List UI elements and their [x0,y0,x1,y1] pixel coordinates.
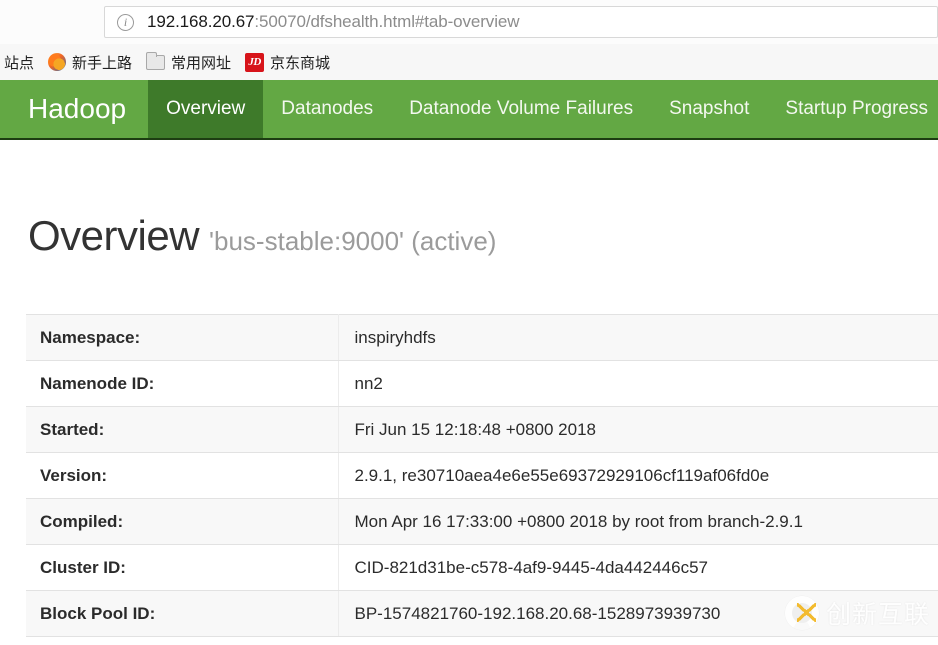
folder-icon [146,55,165,70]
hadoop-navbar: Hadoop Overview Datanodes Datanode Volum… [0,80,938,140]
bookmark-item-sites[interactable]: 站点 [0,49,40,75]
brand-hadoop[interactable]: Hadoop [0,80,148,138]
row-label: Namenode ID: [26,361,338,407]
firefox-icon [48,53,66,71]
jd-logo-icon: JD [245,53,264,72]
bookmark-label: 京东商城 [270,52,330,73]
row-value: Fri Jun 15 12:18:48 +0800 2018 [338,407,938,453]
tab-datanodes[interactable]: Datanodes [263,80,391,138]
info-circle-icon[interactable]: i [117,14,134,31]
bookmark-label: 新手上路 [72,52,132,73]
url-host: 192.168.20.67 [147,12,254,31]
page-title-main: Overview [28,212,199,259]
bookmark-item-jd[interactable]: JD 京东商城 [239,49,336,75]
row-value: inspiryhdfs [338,315,938,361]
row-label: Block Pool ID: [26,591,338,637]
tab-startup-progress[interactable]: Startup Progress [767,80,938,138]
browser-chrome: i 192.168.20.67:50070/dfshealth.html#tab… [0,0,938,80]
table-row: Compiled: Mon Apr 16 17:33:00 +0800 2018… [26,499,938,545]
tab-datanode-volume-failures[interactable]: Datanode Volume Failures [391,80,651,138]
row-label: Cluster ID: [26,545,338,591]
row-label: Version: [26,453,338,499]
row-label: Namespace: [26,315,338,361]
row-value: nn2 [338,361,938,407]
table-row: Namespace: inspiryhdfs [26,315,938,361]
bookmark-label: 常用网址 [171,52,231,73]
page-title: Overview 'bus-stable:9000' (active) [28,212,496,260]
table-row: Cluster ID: CID-821d31be-c578-4af9-9445-… [26,545,938,591]
page-title-subtitle: 'bus-stable:9000' (active) [209,226,496,256]
bookmark-item-common-sites[interactable]: 常用网址 [140,49,237,75]
url-path: :50070/dfshealth.html#tab-overview [254,12,519,31]
overview-table: Namespace: inspiryhdfs Namenode ID: nn2 … [26,314,938,637]
url-text: 192.168.20.67:50070/dfshealth.html#tab-o… [147,12,519,32]
table-row: Started: Fri Jun 15 12:18:48 +0800 2018 [26,407,938,453]
tab-snapshot[interactable]: Snapshot [651,80,767,138]
table-row: Block Pool ID: BP-1574821760-192.168.20.… [26,591,938,637]
table-row: Version: 2.9.1, re30710aea4e6e55e6937292… [26,453,938,499]
browser-toolbar: i 192.168.20.67:50070/dfshealth.html#tab… [0,0,938,44]
table-row: Namenode ID: nn2 [26,361,938,407]
page-content: Overview 'bus-stable:9000' (active) Names… [0,142,938,645]
row-value: BP-1574821760-192.168.20.68-152897393973… [338,591,938,637]
row-value: Mon Apr 16 17:33:00 +0800 2018 by root f… [338,499,938,545]
bookmarks-bar: 站点 新手上路 常用网址 JD 京东商城 [0,44,938,80]
row-value: CID-821d31be-c578-4af9-9445-4da442446c57 [338,545,938,591]
bookmark-item-getting-started[interactable]: 新手上路 [42,49,138,75]
bookmark-label: 站点 [4,52,34,73]
tab-overview[interactable]: Overview [148,80,263,138]
row-label: Started: [26,407,338,453]
row-label: Compiled: [26,499,338,545]
address-bar[interactable]: i 192.168.20.67:50070/dfshealth.html#tab… [104,6,938,38]
row-value: 2.9.1, re30710aea4e6e55e69372929106cf119… [338,453,938,499]
